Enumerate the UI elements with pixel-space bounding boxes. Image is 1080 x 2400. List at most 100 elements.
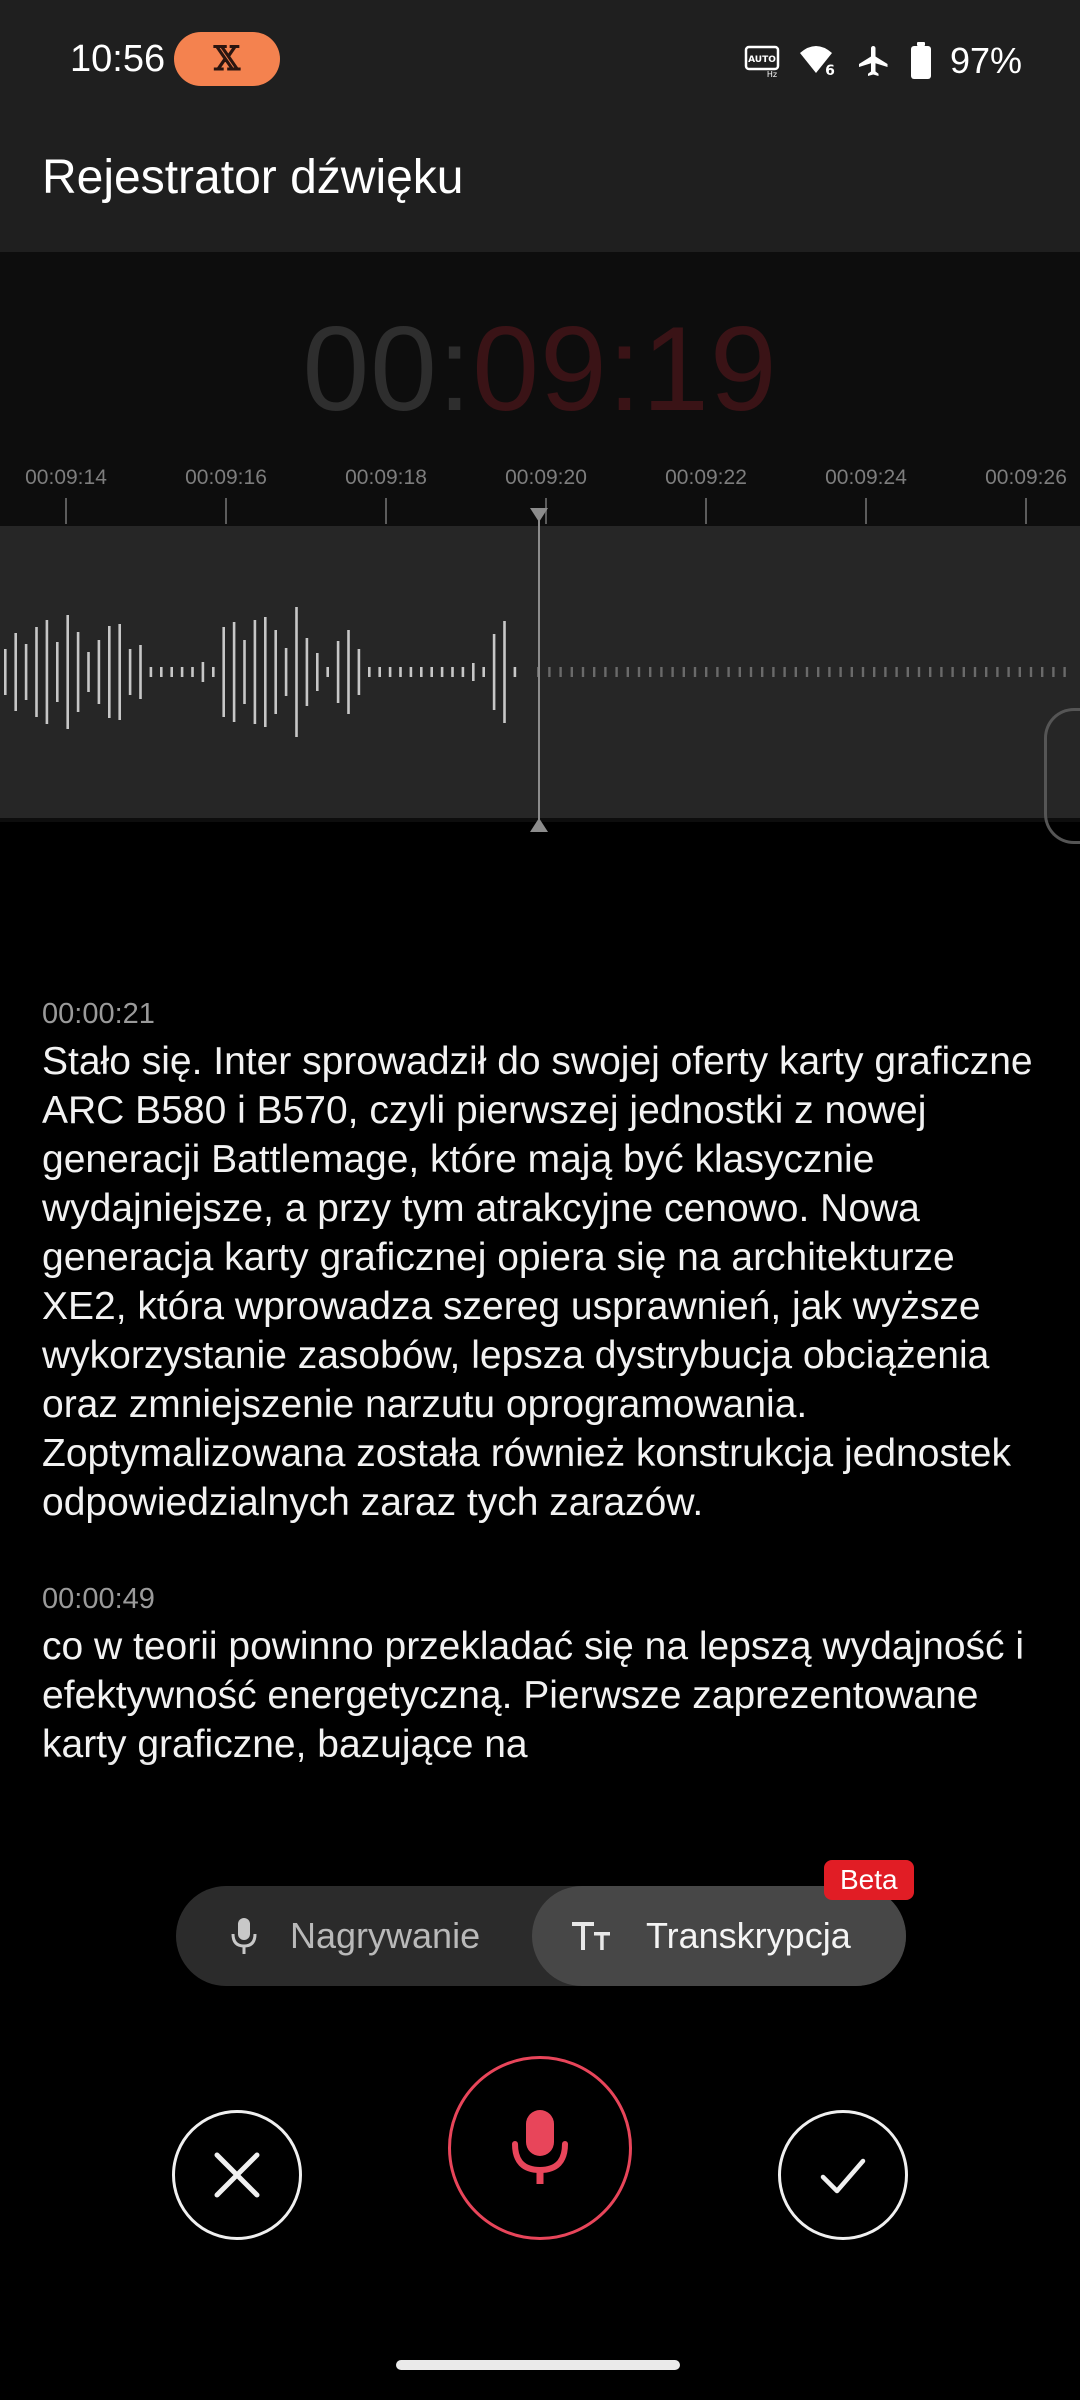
waveform-bar <box>482 667 485 677</box>
cancel-button[interactable] <box>172 2110 302 2240</box>
waveform-bar <box>45 620 49 724</box>
save-button[interactable] <box>778 2110 908 2240</box>
waveform-bar <box>347 630 350 714</box>
waveform-placeholder-bar <box>1029 667 1033 677</box>
auto-hz-icon: AUTO Hz <box>744 45 780 78</box>
transcript-segment[interactable]: 00:00:49 co w teorii powinno przekladać s… <box>42 1583 1042 1769</box>
waveform-placeholder-bar <box>996 667 999 677</box>
waveform-bar <box>440 667 444 677</box>
waveform-placeholder-bar <box>772 667 775 677</box>
waveform-placeholder-bar <box>581 667 585 677</box>
waveform-placeholder-bar <box>873 667 876 677</box>
waveform-bar <box>118 624 121 720</box>
waveform-bar <box>336 641 340 703</box>
waveform-placeholder-bar <box>682 667 685 677</box>
waveform-placeholder-bar <box>1052 667 1055 677</box>
elapsed-timer: 00:09:19 <box>0 300 1080 438</box>
waveform-bar <box>264 617 267 727</box>
timeline-tick-label: 00:09:26 <box>985 466 1067 489</box>
waveform-placeholder-bar <box>626 667 629 677</box>
segment-text: Stało się. Inter sprowadził do swojej of… <box>42 1040 1033 1524</box>
waveform-placeholder-bar <box>850 667 853 677</box>
waveform-bar <box>24 644 28 700</box>
waveform-placeholder-bar <box>671 667 674 677</box>
waveform-placeholder-bar <box>548 667 551 677</box>
segment-timestamp[interactable]: 00:00:49 <box>42 1583 1042 1616</box>
waveform-bar <box>66 615 69 729</box>
waveform-bar <box>97 640 101 704</box>
close-icon <box>214 2152 260 2198</box>
playhead-bottom-marker <box>530 818 548 832</box>
waveform-bar <box>87 652 90 692</box>
waveform-placeholder-bar <box>895 667 898 677</box>
waveform-bar <box>108 626 111 718</box>
waveform-bar <box>4 649 7 695</box>
record-button[interactable] <box>448 2056 632 2240</box>
waveform-bar <box>201 662 205 682</box>
home-indicator[interactable] <box>396 2360 680 2370</box>
mode-transcription-tab[interactable]: Transkrypcja <box>532 1886 906 1986</box>
waveform-bar <box>399 667 402 677</box>
waveform-placeholder-bar <box>615 667 618 677</box>
waveform-bar <box>212 667 215 677</box>
waveform-bar <box>409 667 413 677</box>
timeline-tick-label: 00:09:16 <box>185 466 267 489</box>
waveform-placeholder-bar <box>1007 667 1010 677</box>
app-bar: Rejestrator dźwięku <box>0 124 1080 252</box>
waveform-placeholder-bar <box>727 667 730 677</box>
waveform-bar <box>253 620 257 724</box>
waveform-bar <box>191 667 194 677</box>
waveform-placeholder-bar <box>951 667 954 677</box>
waveform-bar <box>243 640 246 704</box>
wifi-6-icon: 6 <box>799 46 835 79</box>
waveform-bar <box>430 667 433 677</box>
timeline-ruler: 00:09:14 00:09:16 00:09:18 00:09:20 00:09:22… <box>0 466 1080 506</box>
waveform-bar <box>284 648 288 696</box>
segment-timestamp[interactable]: 00:00:21 <box>42 998 1042 1031</box>
page-title: Rejestrator dźwięku <box>42 151 464 204</box>
timer-minutes-seconds: 09:19 <box>472 302 778 436</box>
recording-visualizer: 00:09:19 00:09:14 00:09:16 00:09:18 00:09:2… <box>0 252 1080 844</box>
waveform-bar <box>56 642 59 702</box>
timeline-tick <box>865 498 867 524</box>
beta-badge: Beta <box>824 1860 914 1900</box>
transcript-list[interactable]: 00:00:21 Stało się. Inter sprowadził do s… <box>42 998 1042 1834</box>
playhead[interactable] <box>538 510 540 820</box>
waveform-placeholder-bar <box>693 667 697 677</box>
transcript-segment[interactable]: 00:00:21 Stało się. Inter sprowadził do s… <box>42 998 1042 1527</box>
timeline-tick-label: 00:09:20 <box>505 466 587 489</box>
waveform-placeholder-bar <box>940 667 943 677</box>
waveform-bars <box>4 607 1066 737</box>
waveform-placeholder-bar <box>1018 667 1021 677</box>
timer-hours: 00: <box>302 302 473 436</box>
timeline-tick <box>225 498 227 524</box>
waveform-bar <box>274 630 277 714</box>
waveform-placeholder-bar <box>649 667 652 677</box>
waveform-placeholder-bar <box>962 667 965 677</box>
waveform-bar <box>170 667 173 677</box>
edge-handle[interactable] <box>1044 708 1080 844</box>
waveform-placeholder-bar <box>794 667 797 677</box>
svg-text:6: 6 <box>825 63 835 79</box>
x-logo-icon: 𝕏 <box>213 39 241 79</box>
waveform-bar <box>461 667 465 677</box>
timeline-tick-label: 00:09:22 <box>665 466 747 489</box>
waveform-placeholder-bar <box>738 667 741 677</box>
timeline-tick-label: 00:09:24 <box>825 466 907 489</box>
svg-text:Hz: Hz <box>767 70 777 78</box>
microphone-icon <box>230 1916 258 1956</box>
x-notification-pill[interactable]: 𝕏 <box>174 32 280 86</box>
microphone-icon <box>512 2110 568 2184</box>
waveform-bar <box>503 621 506 723</box>
mode-toggle: Nagrywanie Transkrypcja <box>176 1886 906 1986</box>
waveform-placeholder-bar <box>761 667 764 677</box>
waveform-placeholder-bar <box>660 667 663 677</box>
waveform-placeholder-bar <box>1063 667 1066 677</box>
mode-recording-tab[interactable]: Nagrywanie <box>230 1886 480 1986</box>
waveform-placeholder-bar <box>861 667 865 677</box>
waveform-bar <box>149 667 153 677</box>
waveform-placeholder-bar <box>917 667 921 677</box>
waveform-bar <box>451 667 454 677</box>
waveform-placeholder-bar <box>637 667 641 677</box>
waveform[interactable] <box>0 526 1080 818</box>
